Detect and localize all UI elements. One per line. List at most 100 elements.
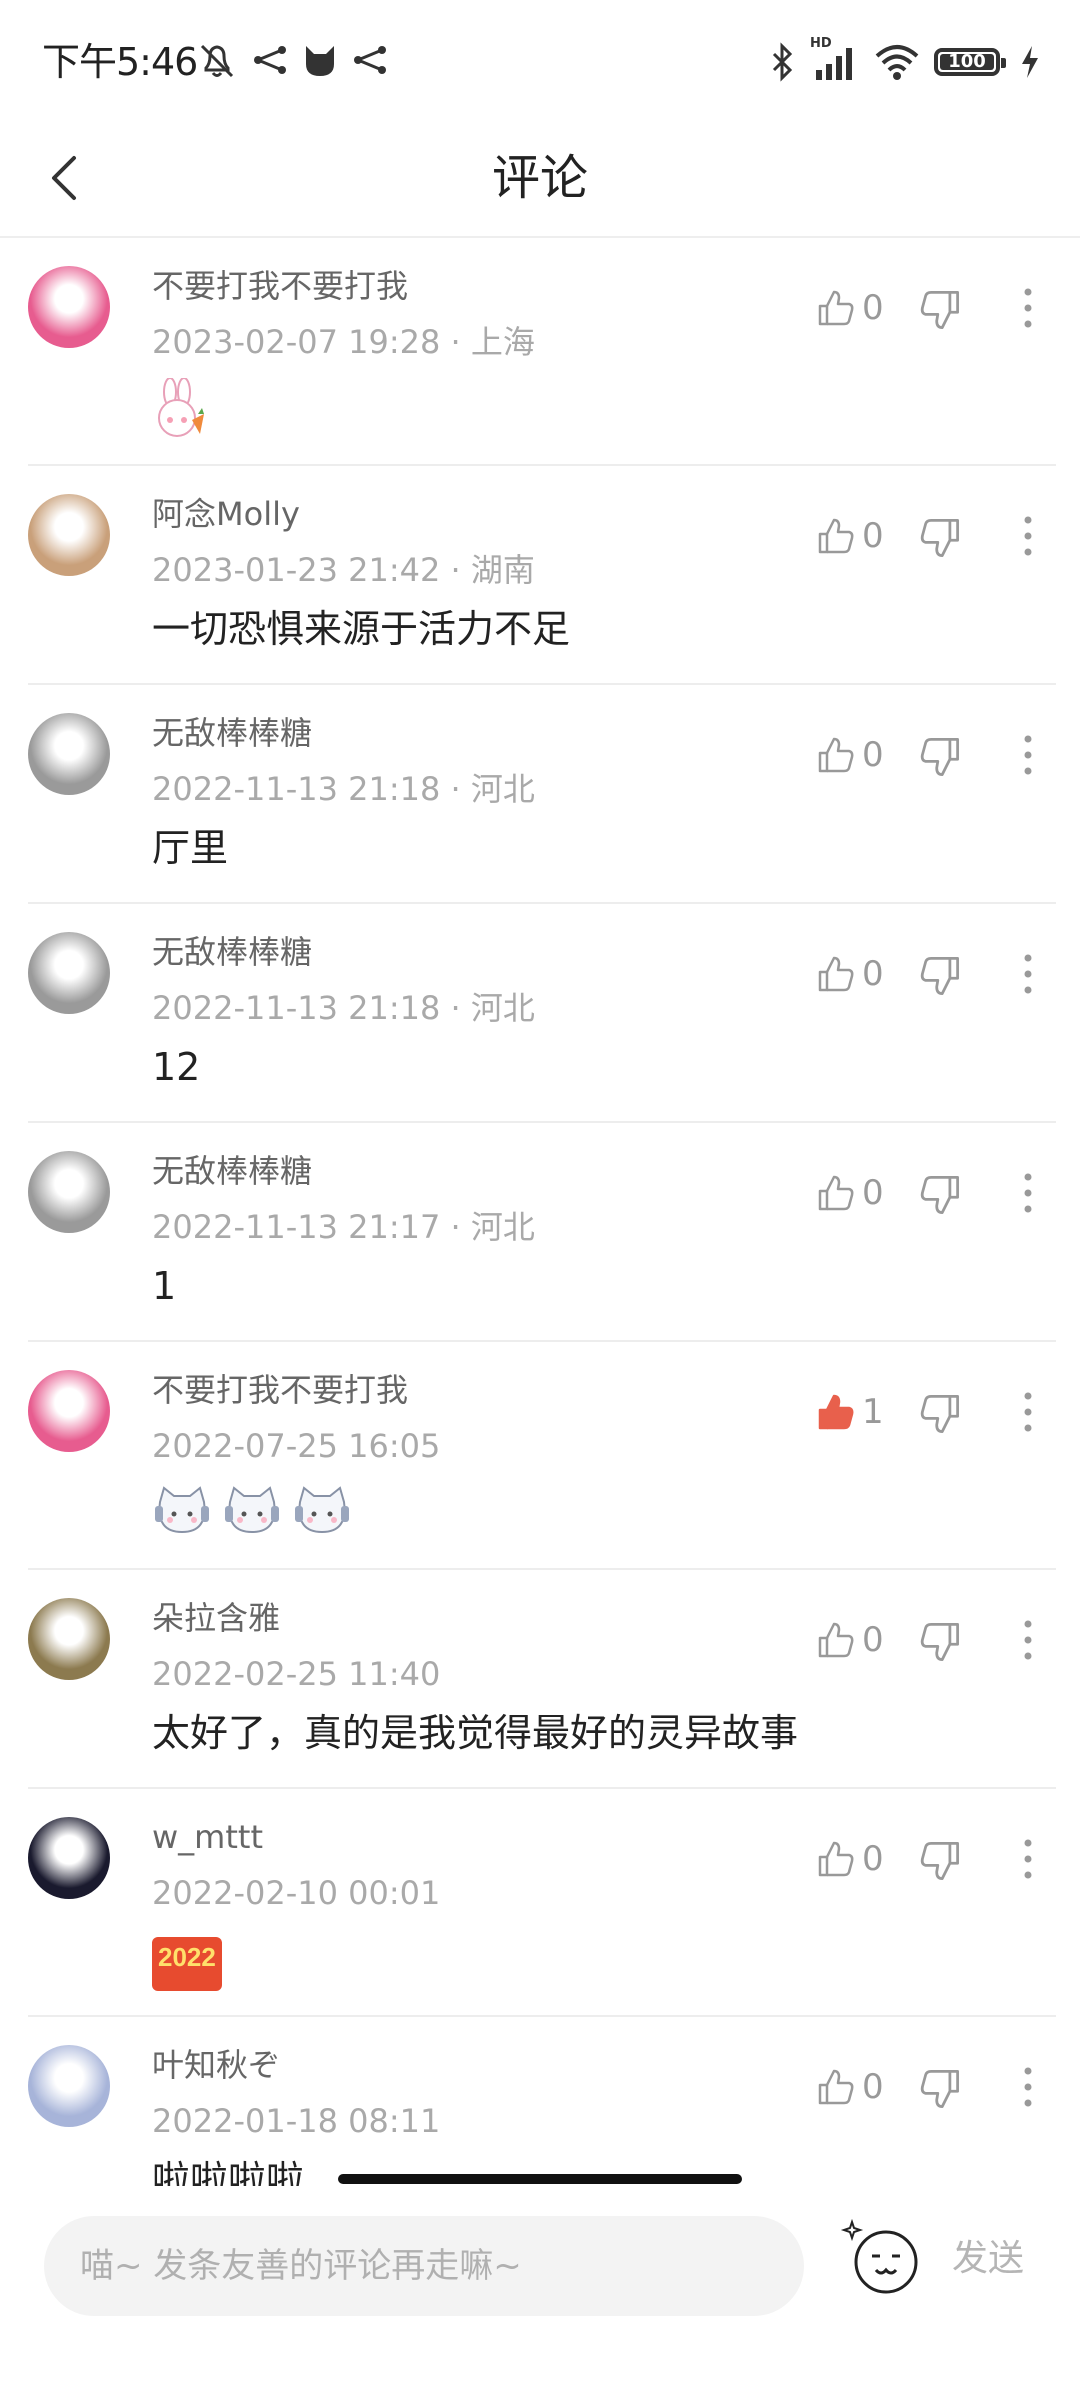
- avatar[interactable]: [28, 494, 110, 576]
- avatar[interactable]: [28, 266, 110, 348]
- comment-text: 厅里: [152, 826, 229, 870]
- comment-author[interactable]: 叶知秋ぞ: [152, 2043, 280, 2087]
- send-button[interactable]: 发送: [952, 2234, 1024, 2284]
- like-button[interactable]: 0: [816, 288, 884, 328]
- comment-item[interactable]: 朵拉含雅 2022-02-25 11:40 太好了，真的是我觉得最好的灵异故事 0: [28, 1570, 1056, 1789]
- comment-item[interactable]: 无敌棒棒糖 2022-11-13 21:18 · 河北 厅里 0: [28, 685, 1056, 904]
- like-button[interactable]: 0: [816, 1173, 884, 1213]
- comment-author[interactable]: 不要打我不要打我: [152, 264, 408, 308]
- wifi-icon: [875, 45, 919, 80]
- like-button[interactable]: 1: [816, 1392, 884, 1432]
- comment-text: 太好了，真的是我觉得最好的灵异故事: [152, 1711, 799, 1755]
- comment-text: 1: [152, 1264, 177, 1308]
- more-options-button[interactable]: [1008, 1835, 1048, 1885]
- thumbs-down-icon: [920, 1395, 959, 1433]
- 2022-sticker: 2022: [152, 1929, 222, 1991]
- sticker-text: 2022: [152, 1937, 222, 1991]
- comment-time-location: 2022-01-18 08:11: [152, 2102, 441, 2140]
- comment-item[interactable]: 阿念Molly 2023-01-23 21:42 · 湖南 一切恐惧来源于活力不足 0: [28, 466, 1056, 685]
- avatar[interactable]: [28, 1370, 110, 1452]
- more-options-button[interactable]: [1008, 512, 1048, 562]
- like-button[interactable]: 0: [816, 2067, 884, 2107]
- avatar[interactable]: [28, 1817, 110, 1899]
- thumbs-down-icon: [920, 1623, 959, 1661]
- comment-text: 一切恐惧来源于活力不足: [152, 607, 571, 651]
- page-title: 评论: [491, 150, 588, 206]
- emoji-face-icon[interactable]: [838, 2212, 928, 2302]
- comment-item[interactable]: 无敌棒棒糖 2022-11-13 21:17 · 河北 1 0: [28, 1123, 1056, 1342]
- comment-input[interactable]: [44, 2216, 804, 2316]
- share-icon: [254, 46, 286, 74]
- like-count: 0: [862, 288, 884, 328]
- thumbs-up-icon: [818, 956, 854, 992]
- comment-input-bar: 发送: [0, 2186, 1080, 2400]
- comment-author[interactable]: 阿念Molly: [152, 492, 300, 536]
- more-options-button[interactable]: [1008, 2063, 1048, 2113]
- dislike-button[interactable]: [918, 1392, 962, 1436]
- dislike-button[interactable]: [918, 735, 962, 779]
- thumbs-up-icon: [818, 737, 854, 773]
- like-button[interactable]: 0: [816, 1839, 884, 1879]
- thumbs-up-icon: [818, 1175, 854, 1211]
- thumbs-up-icon: [818, 518, 854, 554]
- thumbs-down-icon: [920, 1842, 959, 1880]
- dislike-button[interactable]: [918, 288, 962, 332]
- comment-author[interactable]: 无敌棒棒糖: [152, 1149, 312, 1193]
- like-count: 0: [862, 1839, 884, 1879]
- more-options-button[interactable]: [1008, 284, 1048, 334]
- thumbs-down-icon: [920, 291, 959, 329]
- dislike-button[interactable]: [918, 516, 962, 560]
- home-indicator[interactable]: [338, 2174, 742, 2184]
- like-button[interactable]: 0: [816, 735, 884, 775]
- more-options-button[interactable]: [1008, 1169, 1048, 1219]
- dislike-button[interactable]: [918, 1173, 962, 1217]
- more-vertical-icon: [1024, 1839, 1032, 1879]
- avatar[interactable]: [28, 2045, 110, 2127]
- more-options-button[interactable]: [1008, 950, 1048, 1000]
- more-options-button[interactable]: [1008, 1388, 1048, 1438]
- comment-item[interactable]: 不要打我不要打我 2022-07-25 16:05 1: [28, 1342, 1056, 1570]
- more-options-button[interactable]: [1008, 731, 1048, 781]
- battery-level: 100: [948, 51, 986, 72]
- like-button[interactable]: 0: [816, 1620, 884, 1660]
- comment-item[interactable]: 无敌棒棒糖 2022-11-13 21:18 · 河北 12 0: [28, 904, 1056, 1123]
- comment-author[interactable]: 无敌棒棒糖: [152, 711, 312, 755]
- comment-author[interactable]: 无敌棒棒糖: [152, 930, 312, 974]
- mute-icon: [200, 44, 234, 78]
- signal-icon: HD: [810, 36, 860, 82]
- more-options-button[interactable]: [1008, 1616, 1048, 1666]
- status-right-icons: HD 100: [770, 36, 1040, 88]
- avatar[interactable]: [28, 713, 110, 795]
- more-vertical-icon: [1024, 288, 1032, 328]
- dislike-button[interactable]: [918, 954, 962, 998]
- comment-author[interactable]: 不要打我不要打我: [152, 1368, 408, 1412]
- like-count: 0: [862, 1620, 884, 1660]
- like-button[interactable]: 0: [816, 516, 884, 556]
- dislike-button[interactable]: [918, 2067, 962, 2111]
- like-button[interactable]: 0: [816, 954, 884, 994]
- thumbs-up-icon: [818, 1841, 854, 1877]
- avatar[interactable]: [28, 1151, 110, 1233]
- like-count: 0: [862, 954, 884, 994]
- comment-time-location: 2022-02-25 11:40: [152, 1655, 441, 1693]
- bunny-sticker: [152, 378, 208, 440]
- comment-list[interactable]: 不要打我不要打我 2023-02-07 19:28 · 上海 0 阿念Molly 202…: [0, 238, 1080, 2186]
- avatar[interactable]: [28, 932, 110, 1014]
- like-count: 0: [862, 516, 884, 556]
- dislike-button[interactable]: [918, 1620, 962, 1664]
- comment-text: 12: [152, 1045, 201, 1089]
- avatar[interactable]: [28, 1598, 110, 1680]
- comment-item[interactable]: 不要打我不要打我 2023-02-07 19:28 · 上海 0: [28, 238, 1056, 466]
- charging-icon: [1022, 46, 1038, 78]
- like-count: 0: [862, 735, 884, 775]
- battery-icon: 100: [934, 48, 1006, 76]
- thumbs-down-icon: [920, 1176, 959, 1214]
- comment-item[interactable]: 叶知秋ぞ 2022-01-18 08:11 啦啦啦啦 0: [28, 2017, 1056, 2186]
- like-count: 1: [862, 1392, 884, 1432]
- status-bar: 下午5:46 HD 100: [0, 0, 1080, 120]
- comment-author[interactable]: w_mttt: [152, 1815, 263, 1859]
- comment-item[interactable]: w_mttt 2022-02-10 00:01 2022 0: [28, 1789, 1056, 2017]
- bluetooth-icon: [772, 42, 793, 82]
- comment-author[interactable]: 朵拉含雅: [152, 1596, 280, 1640]
- dislike-button[interactable]: [918, 1839, 962, 1883]
